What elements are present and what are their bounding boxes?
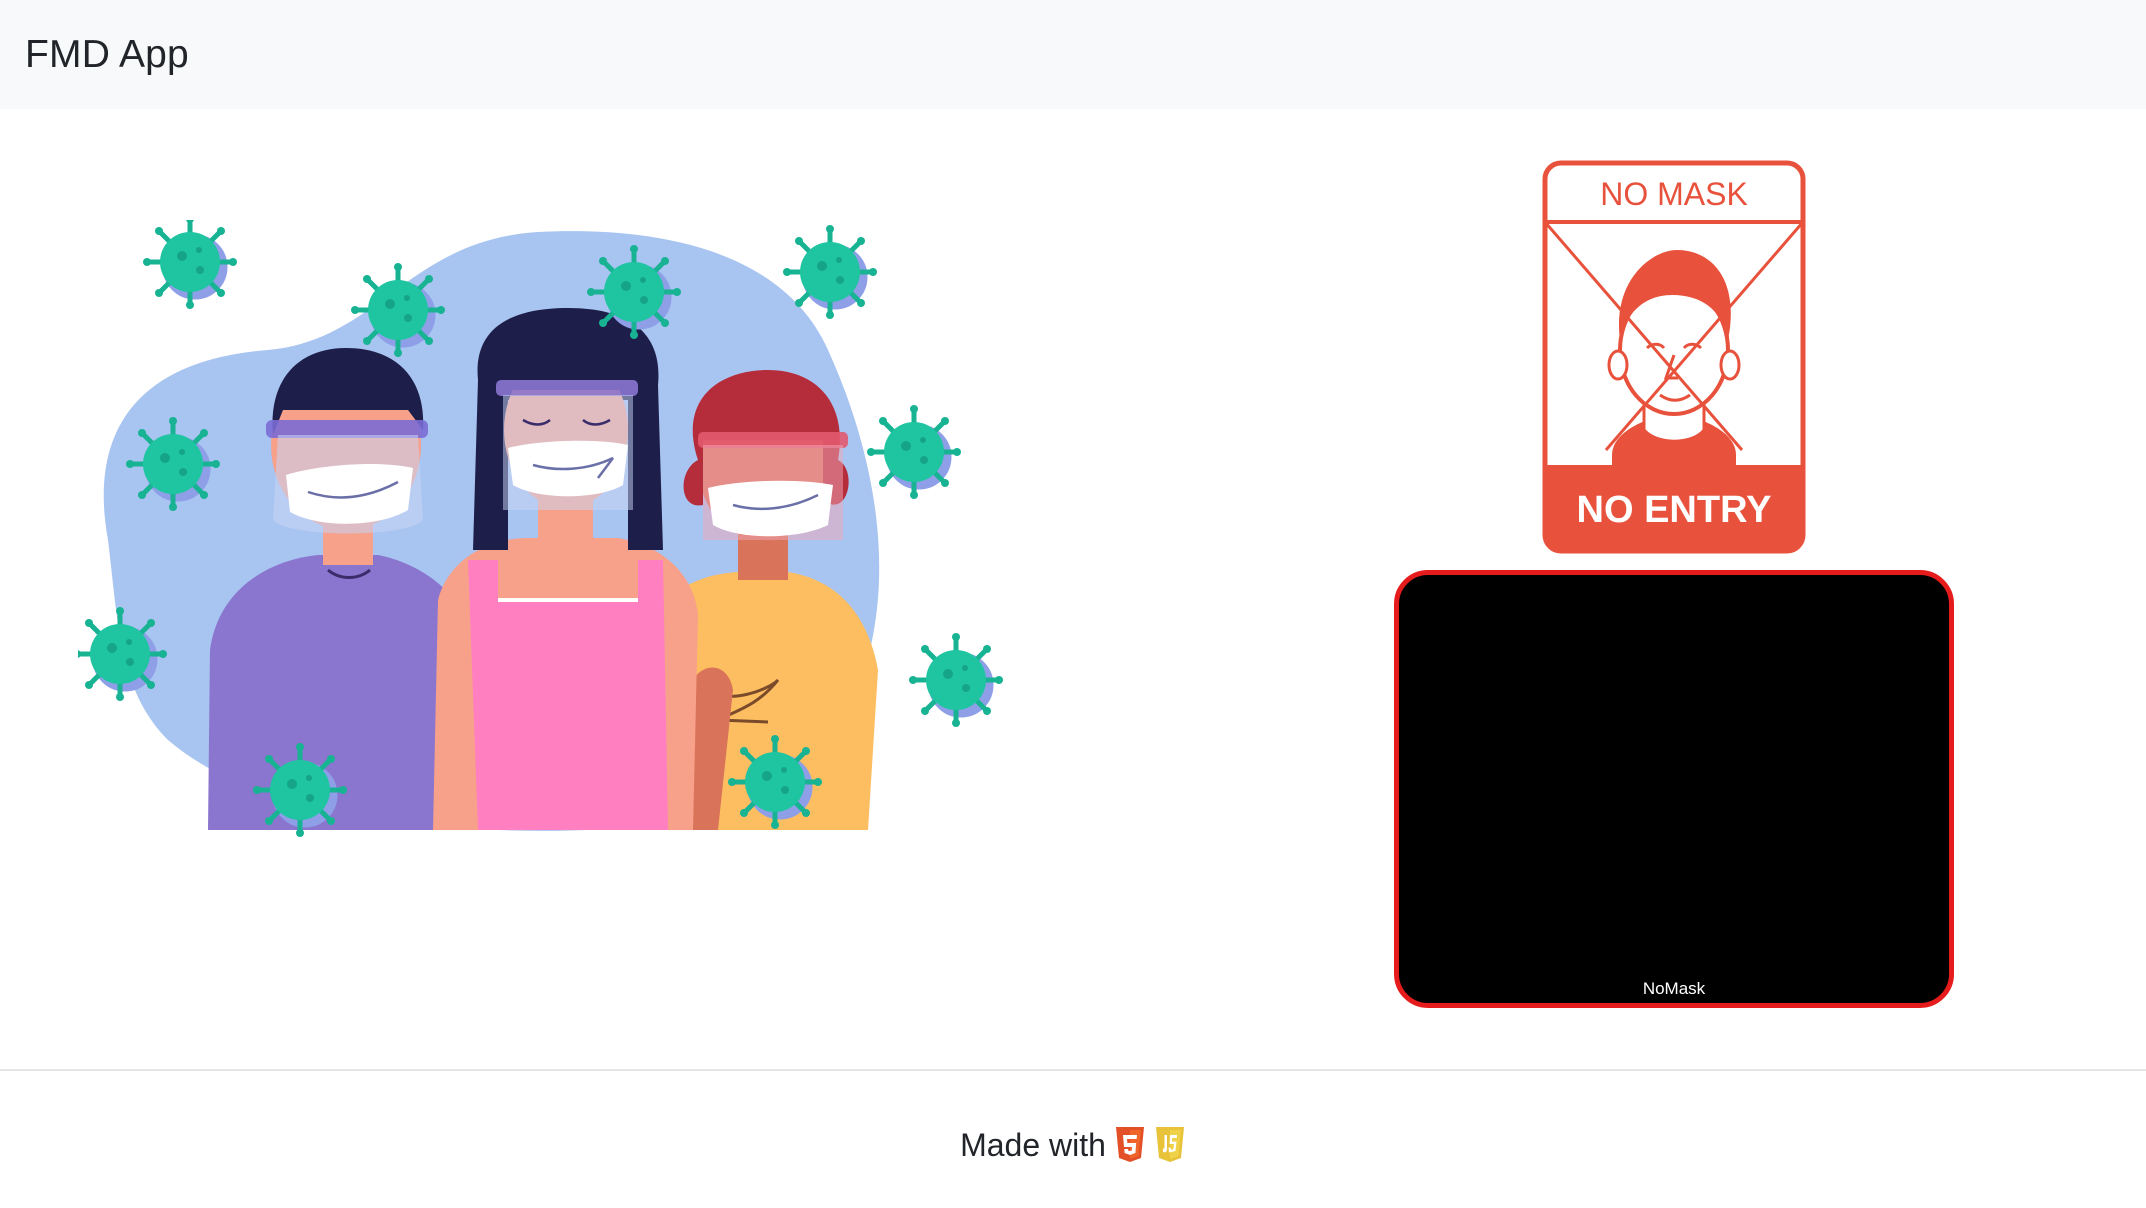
footer-text: Made with [960, 1126, 1106, 1163]
detection-label: NoMask [1642, 979, 1706, 998]
hero-illustration [78, 220, 1004, 840]
javascript-icon [1155, 1127, 1184, 1162]
brand-link[interactable]: FMD App [25, 33, 189, 77]
sign-bottom-text: NO ENTRY [1577, 489, 1772, 531]
no-mask-no-entry-sign: NO MASK NO ENTRY [1542, 160, 1806, 554]
footer-divider [0, 1069, 2146, 1071]
video-feed: NoMask [1394, 570, 1954, 1008]
footer: Made with [0, 1120, 2146, 1170]
html5-icon [1115, 1127, 1144, 1162]
navbar: FMD App [0, 0, 2146, 109]
sign-top-text: NO MASK [1600, 176, 1748, 212]
